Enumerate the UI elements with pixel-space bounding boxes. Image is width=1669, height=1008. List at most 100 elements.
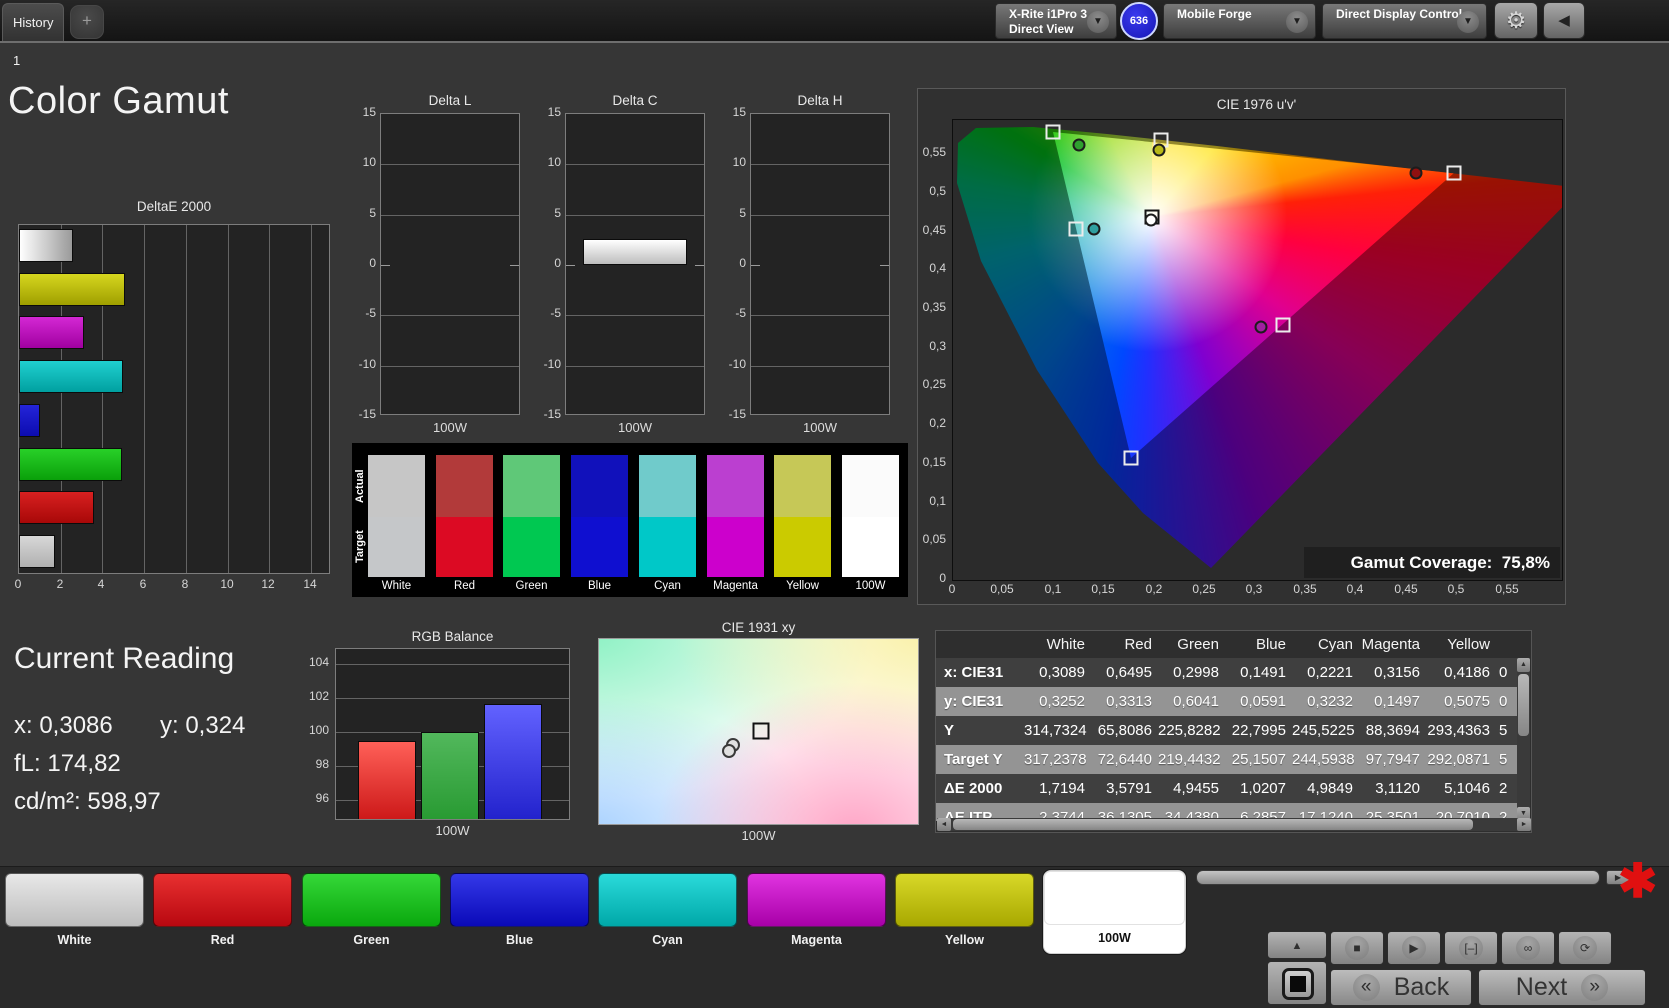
table-cell: 25,1507	[1231, 751, 1286, 768]
y-tick-label: 0	[369, 256, 376, 270]
patch-button-yellow[interactable]: Yellow	[895, 873, 1034, 951]
patch-swatch-cyan	[598, 873, 737, 927]
swatch-label: Cyan	[654, 580, 681, 592]
patch-button-100w[interactable]: 100W	[1043, 870, 1186, 954]
actual-swatch-cyan	[639, 455, 696, 517]
device-name: Direct Display Control	[1336, 7, 1463, 21]
y-tick-label: -10	[728, 357, 746, 371]
device-status-stripe	[1325, 6, 1330, 36]
table-header-row: White Red Green Blue Cyan Magenta Yellow	[936, 631, 1519, 658]
collapse-panel-icon[interactable]: ◀	[1543, 2, 1585, 39]
gridline	[336, 664, 569, 665]
rgb-balance-y-axis: 104 102 100 98 96	[303, 648, 331, 820]
target-swatch-cyan	[639, 517, 696, 577]
cie1931-x-label: 100W	[741, 828, 776, 843]
table-cell: 4,9849	[1307, 780, 1353, 797]
table-cell: 1,0207	[1240, 780, 1286, 797]
table-vscrollbar[interactable]: ▲ ▼	[1517, 658, 1530, 821]
patch-button-white[interactable]: White	[5, 873, 144, 951]
y-tick-label: 0,05	[922, 532, 946, 546]
patch-swatch-magenta	[747, 873, 886, 927]
table-cell: 65,8086	[1097, 722, 1152, 739]
bottom-toolbar: White Red Green Blue Cyan Magenta Yellow 100W ▶…	[0, 854, 1669, 1008]
scroll-left-icon[interactable]: ◄	[937, 818, 951, 831]
patch-button-magenta[interactable]: Magenta	[747, 873, 886, 951]
deltae2000-x-axis: 0 2 4 6 8 10 12 14	[15, 577, 330, 593]
bottom-scrollbar-track[interactable]	[1196, 870, 1600, 885]
table-cell: 0	[1499, 693, 1508, 710]
x-tick-label: 6	[139, 577, 147, 591]
meter-status-stripe	[998, 6, 1003, 36]
deltae-bar-magenta	[19, 316, 84, 349]
y-tick-label: 10	[362, 155, 376, 169]
patch-button-red[interactable]: Red	[153, 873, 292, 951]
deltae-bar-yellow	[19, 273, 125, 306]
patch-label: Red	[210, 933, 235, 947]
patch-label: Blue	[505, 933, 534, 947]
y-tick-label: 5	[739, 206, 746, 220]
refresh-button[interactable]: ⟳	[1558, 931, 1612, 965]
source-dropdown[interactable]: Mobile Forge ▼	[1163, 3, 1316, 39]
target-marker-magenta	[1275, 317, 1291, 333]
table-hscrollbar[interactable]: ◄ ►	[937, 818, 1531, 831]
patch-label: 100W	[1098, 931, 1131, 945]
stop-button[interactable]: ■	[1330, 931, 1384, 965]
y-tick-label: 0,2	[929, 416, 946, 430]
table-header-cell: Cyan	[1317, 636, 1353, 653]
x-tick-label: 0,35	[1293, 582, 1317, 596]
meter-dropdown[interactable]: X-Rite i1Pro 3 Direct View ▼	[995, 3, 1117, 39]
next-button[interactable]: Next »	[1478, 969, 1646, 1006]
y-tick-label: 15	[547, 105, 561, 119]
continuous-button[interactable]: ∞	[1501, 931, 1555, 965]
single-measure-icon: [–]	[1459, 936, 1483, 960]
y-tick-label: 0,4	[929, 261, 946, 275]
y-tick-label: -15	[728, 407, 746, 421]
rgb-balance-title: RGB Balance	[411, 629, 494, 644]
cie1931-title: CIE 1931 xy	[721, 620, 796, 635]
table-cell: 0,3232	[1307, 693, 1353, 710]
gear-icon[interactable]: ⚙	[1494, 2, 1538, 39]
history-tab[interactable]: History 1	[2, 3, 64, 68]
x-tick-label: 0,5	[1447, 582, 1465, 596]
add-tab-button[interactable]: +	[70, 5, 104, 39]
scroll-right-icon[interactable]: ►	[1517, 818, 1531, 831]
y-tick-label: 0	[554, 256, 561, 270]
single-measure-button[interactable]: [–]	[1444, 931, 1498, 965]
cie1976-panel: CIE 1976 u'v' Gamut Coverage: 75,8% 0,55…	[917, 88, 1566, 605]
table-cell: 3,1120	[1375, 780, 1420, 797]
cie1976-chart: Gamut Coverage: 75,8%	[952, 119, 1563, 581]
gridline	[381, 315, 519, 316]
patch-button-cyan[interactable]: Cyan	[598, 873, 737, 951]
patch-button-green[interactable]: Green	[302, 873, 441, 951]
pattern-window-button[interactable]	[1267, 961, 1327, 1005]
table-cell: 317,2378	[1024, 751, 1087, 768]
table-cell: 0,1497	[1374, 693, 1420, 710]
table-row: Target Y 317,2378 72,6440 219,4432 25,1507 24…	[936, 745, 1519, 774]
patch-button-blue[interactable]: Blue	[450, 873, 589, 951]
gridline	[566, 366, 704, 367]
target-swatch-red	[436, 517, 493, 577]
pattern-window-up-button[interactable]: ▲	[1267, 931, 1327, 959]
y-tick-label: -10	[358, 357, 376, 371]
y-tick-label: -5	[550, 306, 561, 320]
y-tick-label: 98	[315, 757, 329, 771]
vscroll-thumb[interactable]	[1518, 674, 1529, 736]
gridline	[751, 366, 889, 367]
gridline	[336, 698, 569, 699]
back-button[interactable]: « Back	[1330, 969, 1472, 1006]
y-tick-label: 0	[739, 256, 746, 270]
scroll-up-icon[interactable]: ▲	[1517, 658, 1530, 672]
target-swatch-magenta	[707, 517, 764, 577]
rgb-bar-blue	[484, 704, 542, 819]
measuring-indicator-icon: ✱	[1618, 854, 1658, 907]
x-tick-label: 2	[56, 577, 64, 591]
play-button[interactable]: ▶	[1387, 931, 1441, 965]
hscroll-thumb[interactable]	[953, 819, 1473, 830]
table-row: x: CIE31 0,3089 0,6495 0,2998 0,1491 0,2221 0,…	[936, 658, 1519, 687]
swatch-label: Green	[515, 580, 548, 592]
gridline	[228, 225, 229, 573]
device-dropdown[interactable]: Direct Display Control ▼	[1322, 3, 1487, 39]
reading-cdm2: cd/m²: 598,97	[14, 788, 161, 815]
delta-x-label: 100W	[618, 420, 652, 435]
delta-bar	[583, 239, 687, 265]
